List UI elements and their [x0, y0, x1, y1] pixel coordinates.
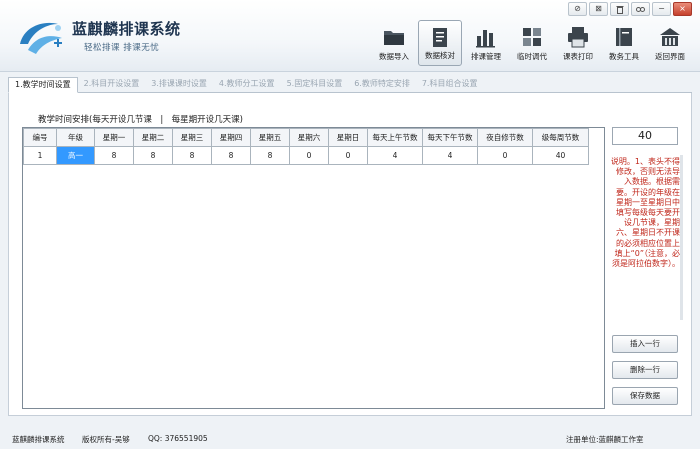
footer-qq: QQ: 376551905: [148, 434, 208, 443]
table-cell[interactable]: 4: [367, 146, 423, 165]
column-header[interactable]: 每天下午节数: [422, 128, 478, 147]
table-header-row: 编号 年级 星期一 星期二 星期三 星期四 星期五 星期六 星期日 每天上午节数…: [23, 128, 589, 147]
schedule-table: 编号 年级 星期一 星期二 星期三 星期四 星期五 星期六 星期日 每天上午节数…: [23, 128, 589, 165]
app-title: 蓝麒麟排课系统: [72, 20, 181, 38]
app-slogan: 轻松排课 排课无忧: [84, 43, 160, 53]
minimize-icon[interactable]: −: [652, 2, 671, 16]
column-header[interactable]: 星期一: [94, 128, 134, 147]
window-controls: ⊘ ⊠ − ×: [568, 2, 692, 16]
print-timetable-button[interactable]: 课表打印: [556, 20, 600, 66]
tab-fixed-subjects[interactable]: 5.固定科目设置: [281, 77, 349, 92]
app-logo-icon: [20, 22, 62, 54]
table-cell[interactable]: 8: [133, 146, 173, 165]
column-header[interactable]: 每天上午节数: [367, 128, 423, 147]
status-bar: 蓝麒麟排课系统 版权所有-吴够 QQ: 376551905 注册单位:蓝麒麟工作…: [0, 426, 700, 449]
tab-class-hours[interactable]: 3.排课课时设置: [145, 77, 213, 92]
column-header[interactable]: 星期六: [289, 128, 329, 147]
column-header[interactable]: 星期二: [133, 128, 173, 147]
note-scrollbar[interactable]: [680, 155, 683, 320]
main-toolbar: 数据导入 数据核对 排课管理 临时调代 课表打印 教务工具 返回界面: [372, 20, 694, 66]
weekly-total-field[interactable]: 40: [612, 127, 678, 145]
column-header[interactable]: 星期三: [172, 128, 212, 147]
schedule-management-button[interactable]: 排课管理: [464, 20, 508, 66]
table-cell[interactable]: 0: [477, 146, 533, 165]
tab-teacher-special[interactable]: 6.教师特定安排: [348, 77, 416, 92]
data-grid[interactable]: 编号 年级 星期一 星期二 星期三 星期四 星期五 星期六 星期日 每天上午节数…: [22, 127, 605, 409]
instructions-note: 说明。1、表头不得修改，否则无法导入数据。根据需要。开设的年级在星期一至星期日中…: [610, 157, 680, 269]
column-header[interactable]: 星期五: [250, 128, 290, 147]
footer-registrant: 注册单位:蓝麒麟工作室: [566, 435, 644, 444]
home-icon: [660, 28, 680, 46]
section-label: 教学时间安排(每天开设几节课 | 每星期开设几天课): [38, 115, 243, 125]
tab-subject-combination[interactable]: 7.科目组合设置: [416, 77, 484, 92]
footer-copyright: 版权所有-吴够: [82, 435, 130, 444]
settings-tabs: 1.教学时间设置 2.科目开设设置 3.排课课时设置 4.教师分工设置 5.固定…: [8, 77, 692, 93]
title-bar: 蓝麒麟排课系统 轻松排课 排课无忧 ⊘ ⊠ − × 数据导入 数据核对 排课管理…: [0, 0, 700, 72]
column-header[interactable]: 编号: [23, 128, 57, 147]
printer-icon: [568, 27, 588, 48]
table-cell[interactable]: 4: [422, 146, 478, 165]
close-icon[interactable]: ×: [673, 2, 692, 16]
bar-chart-icon: [476, 30, 495, 48]
document-icon: [433, 28, 447, 47]
book-icon: [616, 28, 632, 46]
academic-tools-button[interactable]: 教务工具: [602, 20, 646, 66]
data-check-button[interactable]: 数据核对: [418, 20, 462, 66]
table-cell[interactable]: 40: [532, 146, 589, 165]
trash-icon[interactable]: [610, 2, 629, 16]
column-header[interactable]: 年级: [56, 128, 95, 147]
tab-subject-setup[interactable]: 2.科目开设设置: [78, 77, 146, 92]
insert-row-button[interactable]: 插入一行: [612, 335, 678, 353]
table-cell-selected[interactable]: 高一: [56, 146, 95, 165]
exchange-icon: [523, 28, 541, 46]
skin-icon[interactable]: ⊘: [568, 2, 587, 16]
return-home-button[interactable]: 返回界面: [648, 20, 692, 66]
table-cell[interactable]: 0: [328, 146, 368, 165]
table-cell[interactable]: 8: [94, 146, 134, 165]
data-import-button[interactable]: 数据导入: [372, 20, 416, 66]
table-cell[interactable]: 8: [250, 146, 290, 165]
table-cell[interactable]: 0: [289, 146, 329, 165]
folder-icon: [384, 31, 404, 45]
delete-row-button[interactable]: 删除一行: [612, 361, 678, 379]
feedback-icon[interactable]: ⊠: [589, 2, 608, 16]
tab-teacher-assignment[interactable]: 4.教师分工设置: [213, 77, 281, 92]
footer-app-name: 蓝麒麟排课系统: [12, 435, 65, 444]
tab-teaching-time[interactable]: 1.教学时间设置: [8, 77, 78, 93]
save-data-button[interactable]: 保存数据: [612, 387, 678, 405]
column-header[interactable]: 夜自修节数: [477, 128, 533, 147]
table-cell[interactable]: 1: [23, 146, 57, 165]
temporary-substitution-button[interactable]: 临时调代: [510, 20, 554, 66]
table-row[interactable]: 1 高一 8 8 8 8 8 0 0 4 4 0 40: [23, 146, 589, 165]
table-cell[interactable]: 8: [211, 146, 251, 165]
column-header[interactable]: 星期四: [211, 128, 251, 147]
link-icon[interactable]: [631, 2, 650, 16]
column-header[interactable]: 星期日: [328, 128, 368, 147]
column-header[interactable]: 级每周节数: [532, 128, 589, 147]
table-cell[interactable]: 8: [172, 146, 212, 165]
